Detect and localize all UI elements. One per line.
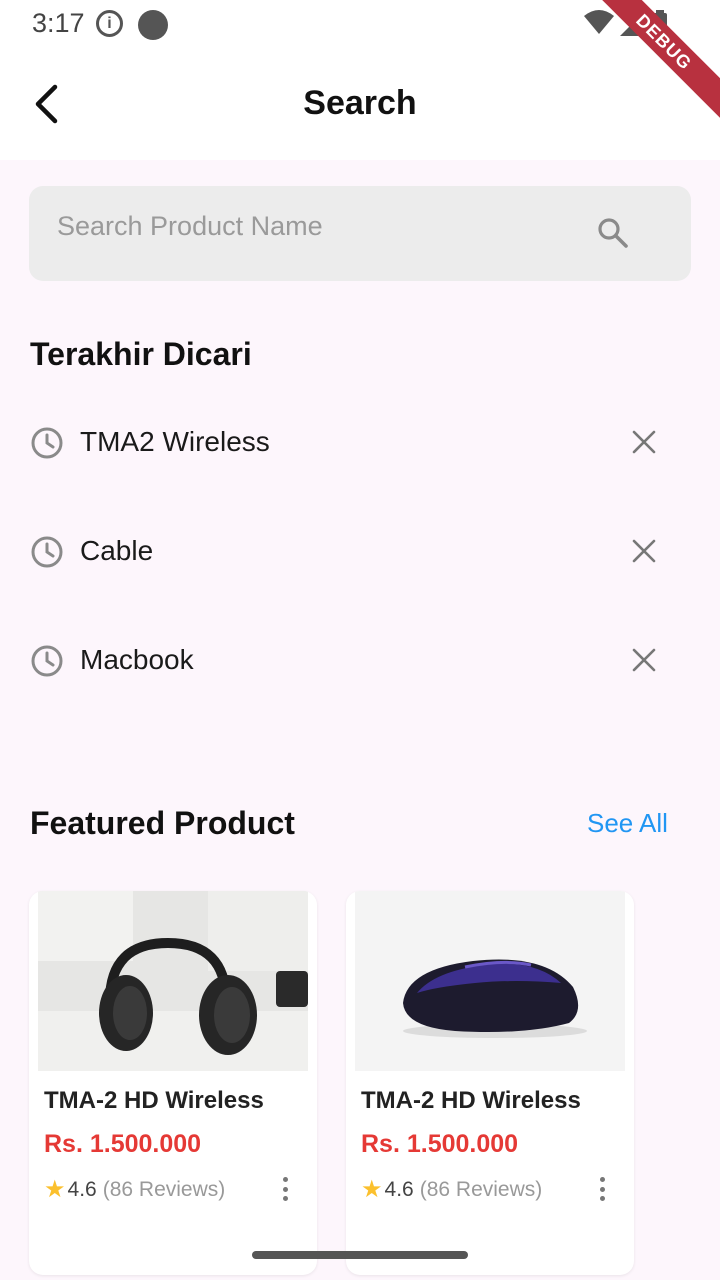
product-name: TMA-2 HD Wireless: [361, 1087, 581, 1114]
product-image-headphones: [38, 891, 308, 1071]
page-title: Search: [303, 84, 417, 122]
clock-icon: [31, 427, 63, 459]
product-rating: ★ 4.6 (86 Reviews): [361, 1175, 542, 1204]
info-icon: i: [96, 10, 123, 37]
product-image-mouse: [355, 891, 625, 1071]
remove-recent-button[interactable]: [626, 424, 662, 460]
see-all-link[interactable]: See All: [587, 808, 668, 839]
recent-search-item[interactable]: Cable: [0, 513, 720, 593]
close-icon: [632, 648, 656, 672]
notification-dot-icon: [138, 10, 168, 40]
recent-search-item[interactable]: Macbook: [0, 622, 720, 702]
remove-recent-button[interactable]: [626, 533, 662, 569]
rating-value: 4.6: [67, 1177, 97, 1201]
clock-icon: [31, 536, 63, 568]
product-card[interactable]: TMA-2 HD Wireless Rs. 1.500.000 ★ 4.6 (8…: [346, 891, 634, 1275]
product-rating: ★ 4.6 (86 Reviews): [44, 1175, 225, 1204]
review-count: (86 Reviews): [102, 1177, 226, 1201]
search-icon[interactable]: [596, 216, 630, 250]
recent-search-label: Cable: [80, 535, 154, 566]
clock-icon: [31, 645, 63, 677]
product-name: TMA-2 HD Wireless: [44, 1087, 264, 1114]
search-input[interactable]: [57, 206, 577, 246]
remove-recent-button[interactable]: [626, 642, 662, 678]
recent-search-item[interactable]: TMA2 Wireless: [0, 404, 720, 484]
close-icon: [632, 539, 656, 563]
product-price: Rs. 1.500.000: [44, 1130, 202, 1158]
rating-value: 4.6: [384, 1177, 414, 1201]
app-bar: Search: [0, 48, 720, 160]
featured-product-title: Featured Product: [30, 805, 295, 841]
star-icon: ★: [44, 1176, 66, 1203]
more-vert-icon[interactable]: [275, 1175, 295, 1203]
recent-search-label: Macbook: [80, 644, 194, 675]
close-icon: [632, 430, 656, 454]
review-count: (86 Reviews): [419, 1177, 543, 1201]
wifi-icon: [584, 10, 614, 34]
recent-search-label: TMA2 Wireless: [80, 426, 270, 457]
star-icon: ★: [361, 1176, 383, 1203]
search-box[interactable]: [29, 186, 691, 281]
home-indicator[interactable]: [252, 1251, 468, 1259]
more-vert-icon[interactable]: [592, 1175, 612, 1203]
status-time: 3:17: [32, 8, 85, 38]
product-price: Rs. 1.500.000: [361, 1130, 519, 1158]
recent-searches-title: Terakhir Dicari: [30, 336, 252, 372]
product-card[interactable]: TMA-2 HD Wireless Rs. 1.500.000 ★ 4.6 (8…: [29, 891, 317, 1275]
